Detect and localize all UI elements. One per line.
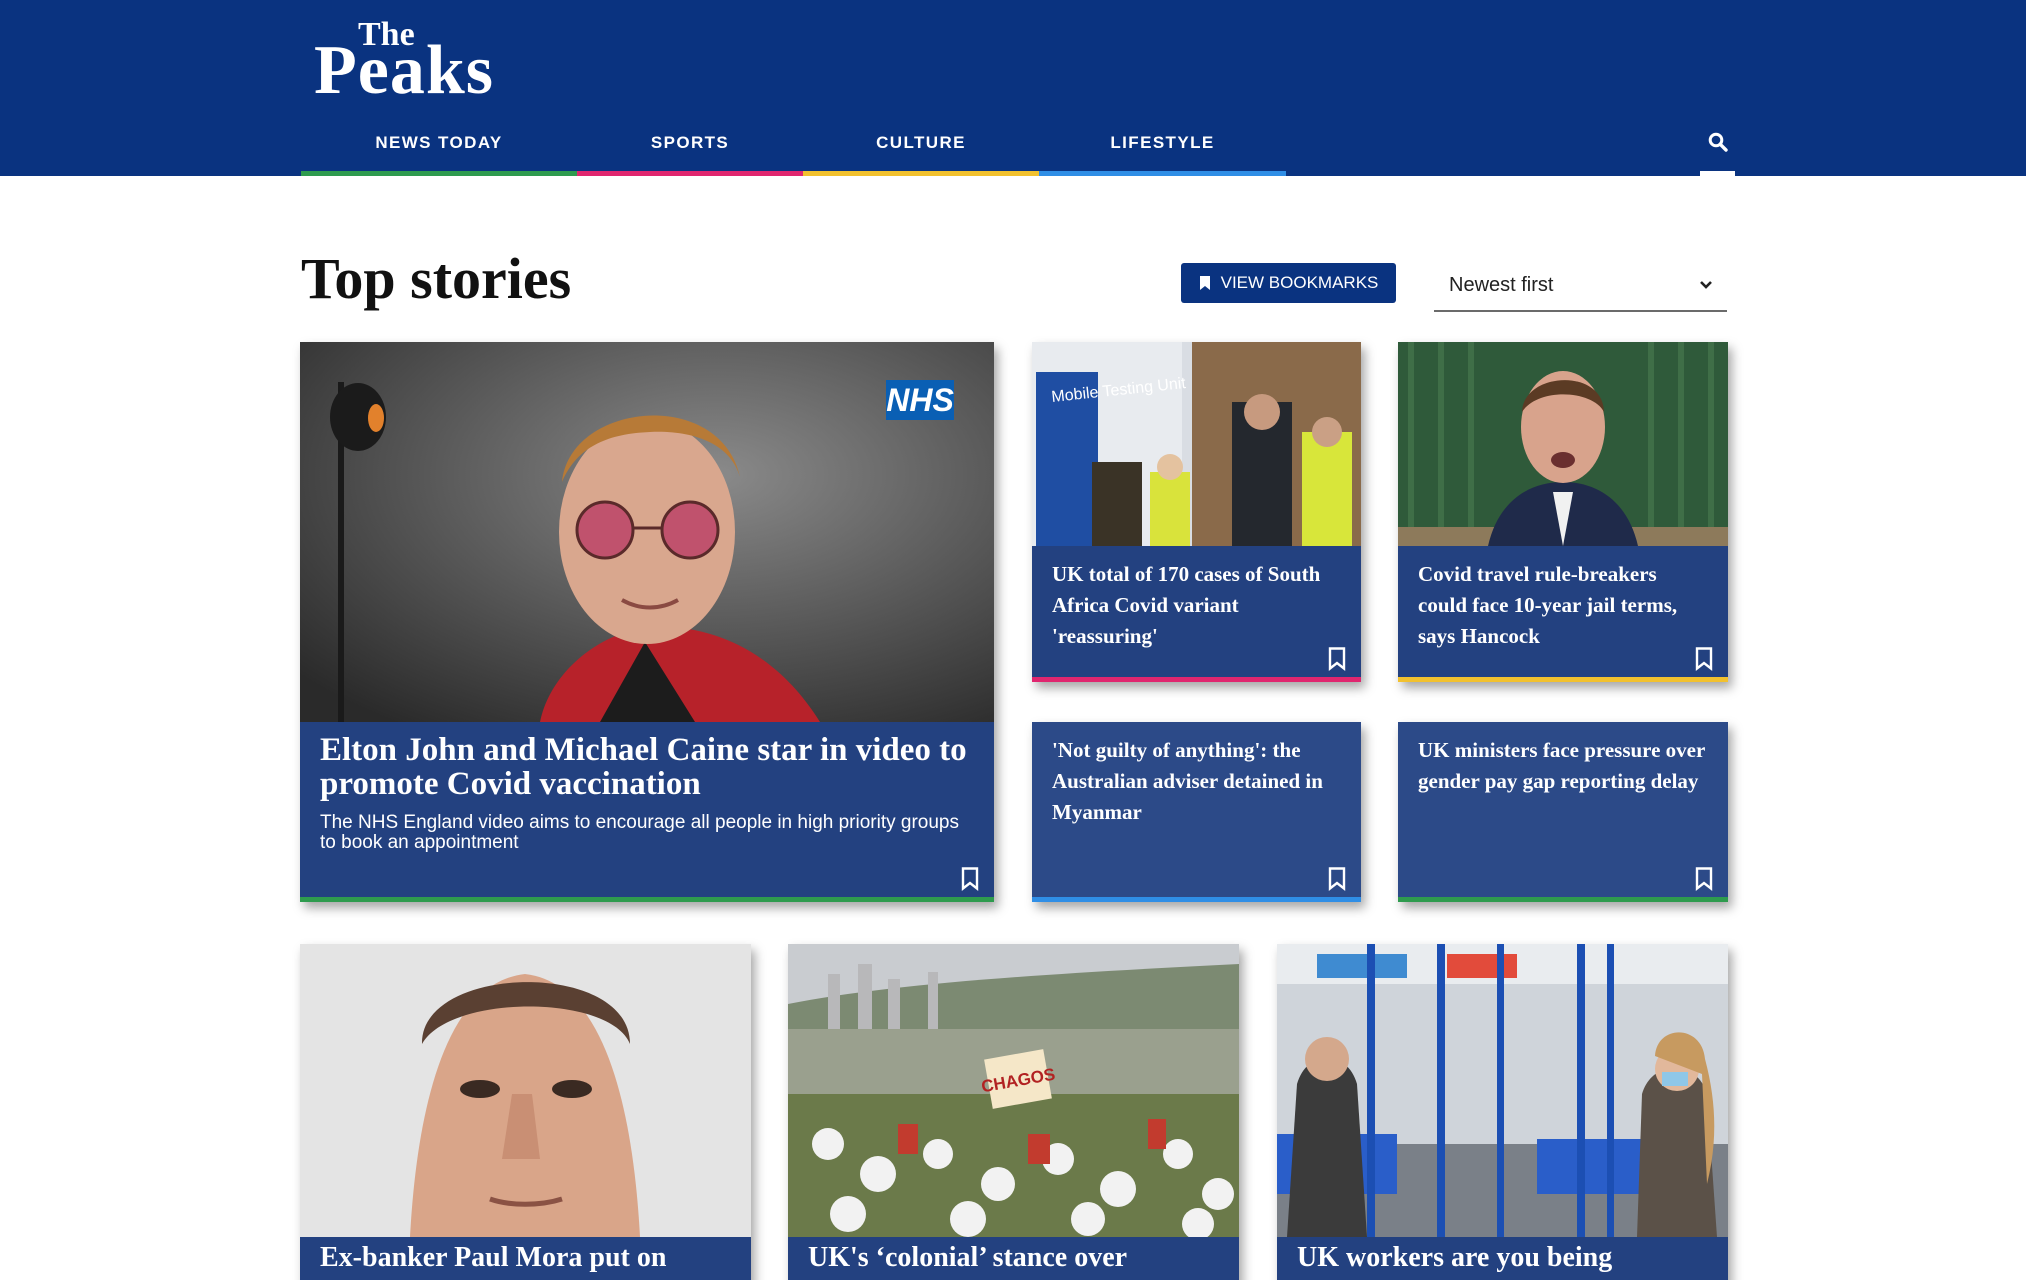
view-bookmarks-button[interactable]: VIEW BOOKMARKS — [1181, 263, 1396, 303]
story-image — [300, 944, 751, 1237]
story-headline[interactable]: UK workers are you being — [1297, 1241, 1708, 1275]
story-headline[interactable]: Covid travel rule-breakers could face 10… — [1418, 559, 1708, 652]
story-headline[interactable]: Ex-banker Paul Mora put on — [320, 1241, 731, 1275]
search-button[interactable] — [1700, 118, 1735, 176]
story-caption: Elton John and Michael Caine star in vid… — [300, 722, 994, 902]
nav-item-sports[interactable]: SPORTS — [577, 118, 803, 176]
story-headline[interactable]: UK ministers face pressure over gender p… — [1418, 735, 1708, 797]
story-caption: Ex-banker Paul Mora put on — [300, 1237, 751, 1280]
story-headline[interactable]: UK total of 170 cases of South Africa Co… — [1052, 559, 1341, 652]
main-nav: NEWS TODAY SPORTS CULTURE LIFESTYLE — [301, 118, 1286, 176]
story-card-gender-pay-gap[interactable]: UK ministers face pressure over gender p… — [1398, 722, 1728, 902]
story-headline[interactable]: 'Not guilty of anything': the Australian… — [1052, 735, 1341, 828]
story-image — [1398, 342, 1728, 546]
story-image: Mobile Testing Unit — [1032, 342, 1361, 546]
bookmark-icon[interactable] — [1327, 866, 1347, 891]
story-caption: UK's ‘colonial’ stance over — [788, 1237, 1239, 1280]
story-headline[interactable]: UK's ‘colonial’ stance over — [808, 1241, 1219, 1275]
site-logo[interactable]: The Peaks — [314, 18, 504, 106]
search-icon — [1708, 132, 1728, 152]
sort-selected-value: Newest first — [1449, 273, 1554, 296]
story-caption: Covid travel rule-breakers could face 10… — [1398, 546, 1728, 682]
story-image — [1277, 944, 1728, 1237]
story-card-travel-rule-breakers[interactable]: Covid travel rule-breakers could face 10… — [1398, 342, 1728, 682]
bookmark-icon[interactable] — [1694, 646, 1714, 671]
story-headline[interactable]: Elton John and Michael Caine star in vid… — [320, 733, 974, 801]
story-card-lead[interactable]: NHS Elton John and Michael Caine star in… — [300, 342, 994, 902]
logo-main-text: Peaks — [314, 32, 494, 109]
story-summary: The NHS England video aims to encourage … — [320, 812, 959, 853]
story-card-colonial-stance[interactable]: CHAGOS UK's ‘colonial’ stance over — [788, 944, 1239, 1280]
story-caption: UK total of 170 cases of South Africa Co… — [1032, 546, 1361, 682]
story-caption: UK ministers face pressure over gender p… — [1398, 722, 1728, 902]
page-title: Top stories — [301, 246, 572, 311]
story-image: CHAGOS — [788, 944, 1239, 1237]
story-card-myanmar-adviser[interactable]: 'Not guilty of anything': the Australian… — [1032, 722, 1361, 902]
chevron-down-icon — [1700, 281, 1712, 289]
site-header: The Peaks NEWS TODAY SPORTS CULTURE LIFE… — [0, 0, 2026, 176]
story-caption: 'Not guilty of anything': the Australian… — [1032, 722, 1361, 902]
nhs-badge: NHS — [886, 382, 954, 418]
bookmark-icon[interactable] — [1327, 646, 1347, 671]
story-card-paul-mora[interactable]: Ex-banker Paul Mora put on — [300, 944, 751, 1280]
story-image: NHS — [300, 342, 994, 722]
sort-select[interactable]: Newest first — [1434, 264, 1727, 312]
view-bookmarks-label: VIEW BOOKMARKS — [1220, 273, 1379, 292]
story-caption: UK workers are you being — [1277, 1237, 1728, 1280]
nav-item-news-today[interactable]: NEWS TODAY — [301, 118, 577, 176]
nav-item-culture[interactable]: CULTURE — [803, 118, 1039, 176]
story-card-south-africa-variant[interactable]: Mobile Testing Unit UK total of 170 case… — [1032, 342, 1361, 682]
bookmark-icon[interactable] — [1694, 866, 1714, 891]
bookmark-filled-icon — [1199, 276, 1210, 290]
story-card-uk-workers[interactable]: UK workers are you being — [1277, 944, 1728, 1280]
bookmark-icon[interactable] — [960, 866, 980, 891]
nav-item-lifestyle[interactable]: LIFESTYLE — [1039, 118, 1286, 176]
